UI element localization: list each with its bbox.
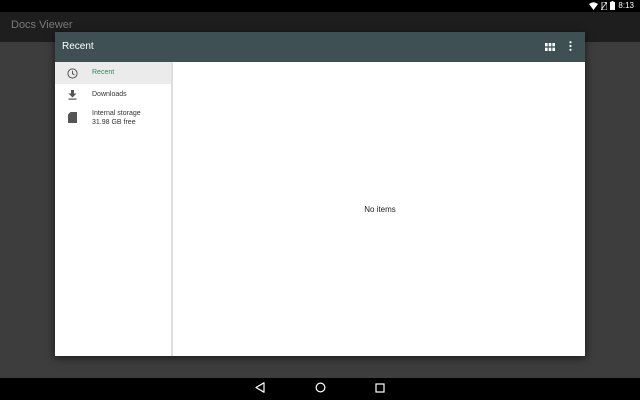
- drawer-item-label: Recent: [92, 69, 115, 76]
- document-picker-dialog: Recent Recent Downloads Internal storage…: [55, 32, 585, 356]
- sd-card-icon: [66, 111, 78, 123]
- drawer-item-internal-storage[interactable]: Internal storage 31.98 GB free: [55, 106, 171, 142]
- grid-view-icon: [545, 38, 555, 56]
- home-button[interactable]: [313, 382, 327, 396]
- roots-drawer: Recent Downloads Internal storage 31.98 …: [55, 62, 173, 356]
- status-time: 8:13: [618, 1, 634, 10]
- back-button[interactable]: [253, 382, 267, 396]
- download-icon: [66, 89, 78, 101]
- drawer-item-label: Internal storage 31.98 GB free: [92, 109, 141, 127]
- dialog-title: Recent: [62, 41, 94, 52]
- storage-free-space: 31.98 GB free: [92, 119, 136, 126]
- back-icon: [255, 380, 265, 398]
- recents-button[interactable]: [373, 382, 387, 396]
- status-icons: 8:13: [589, 0, 634, 12]
- home-icon: [314, 380, 326, 398]
- drawer-item-recent[interactable]: Recent: [55, 62, 171, 84]
- storage-name: Internal storage: [92, 110, 141, 117]
- document-list: No items: [175, 62, 585, 356]
- more-options-button[interactable]: [562, 39, 578, 55]
- dialog-toolbar: Recent: [55, 32, 585, 62]
- drawer-item-label: Downloads: [92, 91, 127, 98]
- app-title: Docs Viewer: [11, 19, 73, 31]
- status-bar: 8:13: [0, 0, 640, 12]
- navigation-bar: [0, 378, 640, 400]
- drawer-item-downloads[interactable]: Downloads: [55, 84, 171, 106]
- recents-icon: [375, 380, 385, 398]
- clock-icon: [66, 67, 78, 79]
- more-vert-icon: [568, 38, 572, 56]
- empty-message: No items: [364, 204, 396, 214]
- grid-view-button[interactable]: [542, 39, 558, 55]
